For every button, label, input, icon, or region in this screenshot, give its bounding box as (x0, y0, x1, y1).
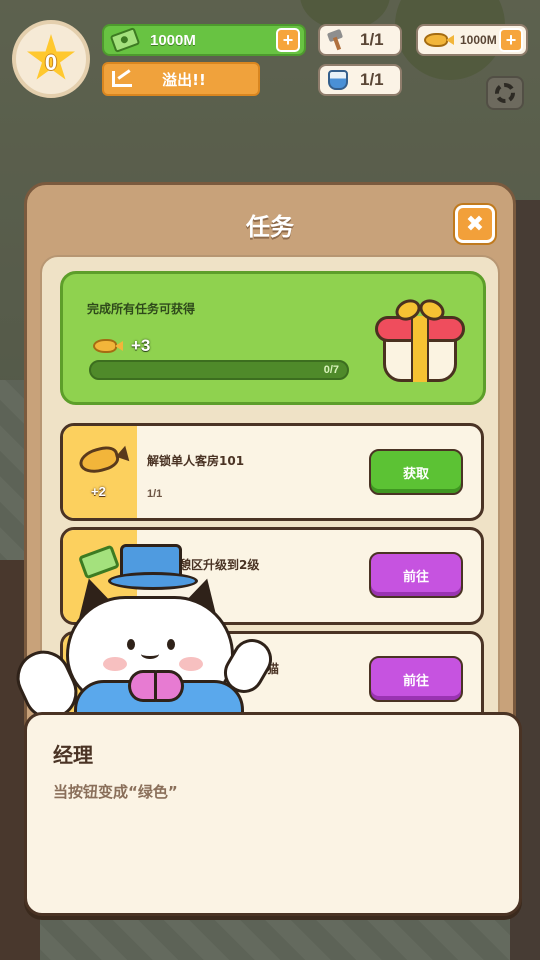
hammer-counter[interactable]: 1/1 (318, 24, 402, 56)
go-button[interactable]: 前往 (369, 552, 463, 598)
claim-button[interactable]: 获取 (369, 449, 463, 495)
progress-text: 0/7 (323, 364, 339, 376)
fish-icon (76, 443, 122, 477)
tutorial-dialogue-box[interactable]: 经理 当按钮变成“绿色” (24, 712, 522, 916)
manager-cat-character (7, 540, 280, 740)
overflow-button[interactable]: 溢出!! (102, 62, 260, 96)
add-cash-button[interactable]: + (276, 28, 300, 52)
hammer-icon (326, 29, 348, 51)
cash-value: 1000M (150, 31, 196, 49)
task-reward: +2 (91, 484, 106, 499)
level-number: 0 (44, 50, 58, 75)
reward-row: +3 (93, 336, 150, 356)
fish-icon (424, 33, 454, 47)
fish-icon (93, 339, 123, 353)
settings-button[interactable] (486, 76, 524, 110)
reward-amount: +3 (131, 336, 151, 355)
reward-card-label: 完成所有任务可获得 (87, 302, 196, 316)
task-count: 1/1 (147, 488, 163, 500)
fish-currency-counter[interactable]: 1000M + (416, 24, 528, 56)
all-tasks-reward-card: 完成所有任务可获得 +3 0/7 (60, 271, 486, 405)
gift-box-icon[interactable] (373, 295, 465, 386)
potion-counter[interactable]: 1/1 (318, 64, 402, 96)
dialog-title: 任务 (246, 213, 294, 241)
task-row: +2 解锁单人客房101 1/1 获取 (60, 423, 484, 521)
speaker-name: 经理 (53, 743, 93, 767)
fish-currency-value: 1000M (460, 33, 497, 47)
cash-counter[interactable]: 1000M + (102, 24, 306, 56)
task-progress-bar: 0/7 (89, 360, 349, 380)
close-button[interactable]: ✖ (455, 205, 495, 243)
task-reward-side: +2 (63, 426, 137, 518)
level-badge[interactable]: 0 (12, 20, 90, 98)
trend-up-icon (112, 71, 132, 87)
potion-icon (328, 70, 348, 90)
dialogue-text: 当按钮变成“绿色” (53, 783, 178, 801)
close-icon: ✖ (465, 211, 485, 237)
task-name: 解锁单人客房101 (147, 454, 245, 468)
potion-count: 1/1 (360, 70, 384, 89)
overflow-label: 溢出!! (162, 70, 206, 89)
cash-icon (109, 27, 141, 53)
bow-tie-icon (128, 670, 184, 702)
hammer-count: 1/1 (360, 30, 384, 49)
go-button[interactable]: 前往 (369, 656, 463, 702)
gear-icon (495, 83, 515, 103)
add-fish-button[interactable]: + (499, 28, 523, 52)
